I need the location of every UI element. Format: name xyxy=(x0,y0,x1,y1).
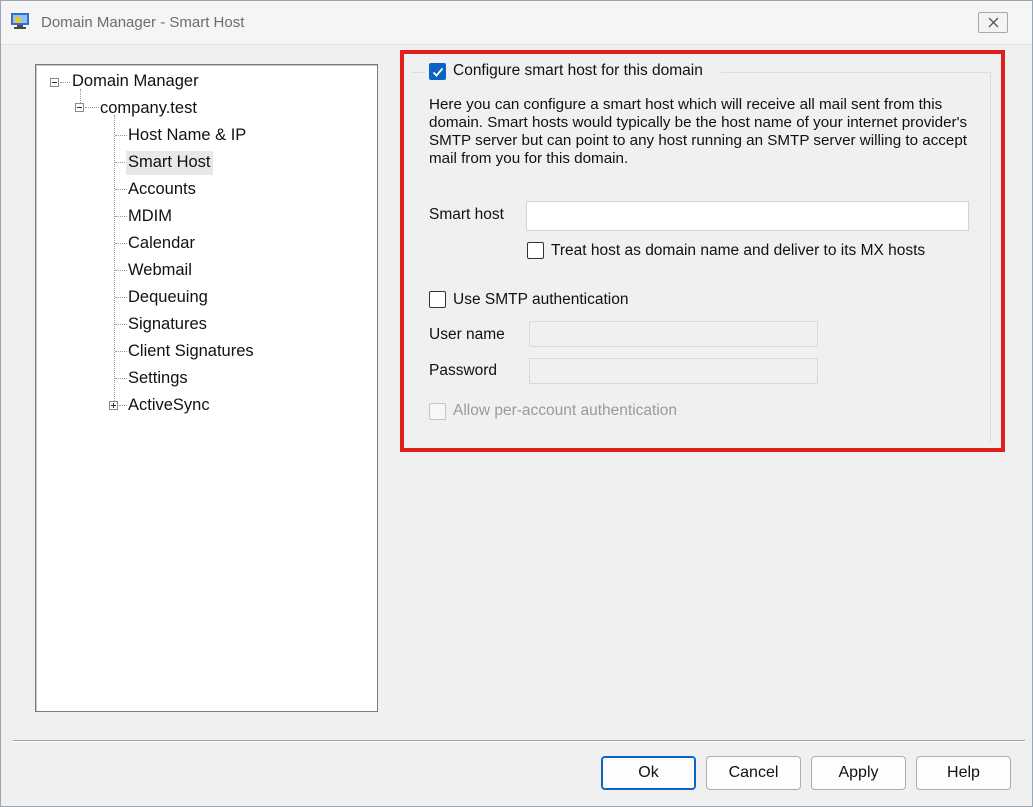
tree-collapse-domain-icon[interactable] xyxy=(75,103,84,112)
ok-button[interactable]: Ok xyxy=(601,756,696,790)
domain-manager-window: Domain Manager - Smart Host Domain Manag… xyxy=(0,0,1033,807)
highlight-frame xyxy=(400,50,1005,452)
tree-item-settings[interactable]: Settings xyxy=(128,367,188,391)
window-title: Domain Manager - Smart Host xyxy=(41,14,245,31)
tree-item-calendar[interactable]: Calendar xyxy=(128,232,195,256)
tree-item-signatures[interactable]: Signatures xyxy=(128,313,207,337)
title-bar: Domain Manager - Smart Host xyxy=(1,1,1032,45)
cancel-button[interactable]: Cancel xyxy=(706,756,801,790)
close-icon xyxy=(988,17,999,28)
domain-manager-app-icon xyxy=(11,13,29,29)
tree-collapse-root-icon[interactable] xyxy=(50,78,59,87)
tree-item-dequeuing[interactable]: Dequeuing xyxy=(128,286,208,310)
help-button[interactable]: Help xyxy=(916,756,1011,790)
apply-button[interactable]: Apply xyxy=(811,756,906,790)
bottom-separator xyxy=(13,740,1025,742)
tree-item-host-name-ip[interactable]: Host Name & IP xyxy=(128,124,246,148)
tree-item-client-signatures[interactable]: Client Signatures xyxy=(128,340,254,364)
close-button[interactable] xyxy=(978,12,1008,33)
tree-item-activesync[interactable]: ActiveSync xyxy=(128,394,210,418)
tree-item-webmail[interactable]: Webmail xyxy=(128,259,192,283)
tree-item-smart-host[interactable]: Smart Host xyxy=(126,151,213,175)
tree-item-domain-manager[interactable]: Domain Manager xyxy=(72,70,199,94)
tree-expand-activesync-icon[interactable] xyxy=(109,401,118,410)
tree-item-mdim[interactable]: MDIM xyxy=(128,205,172,229)
domain-tree[interactable]: Domain Manager company.test Host Name & … xyxy=(35,64,378,712)
tree-item-accounts[interactable]: Accounts xyxy=(128,178,196,202)
